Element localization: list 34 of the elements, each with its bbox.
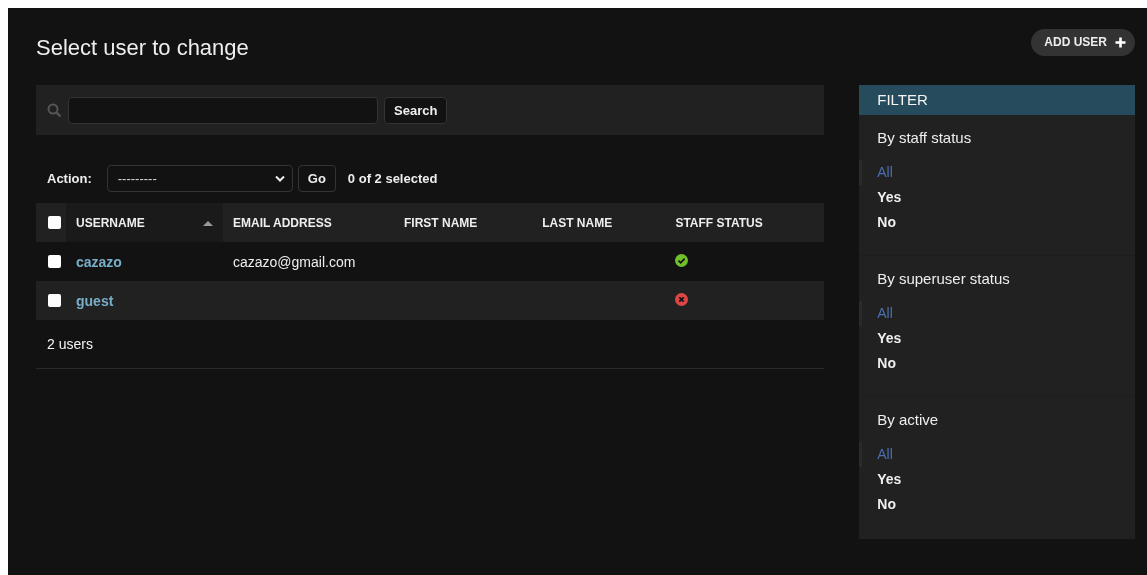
filter-group-title: By active — [876, 411, 940, 428]
search-button[interactable]: Search — [384, 96, 448, 124]
action-select[interactable]: --------- — [106, 164, 293, 192]
filter-header: FILTER — [859, 85, 1135, 115]
column-header[interactable]: STAFF STATUS — [665, 203, 825, 242]
chevron-down-icon — [274, 174, 285, 182]
page-title: Select user to change — [36, 35, 249, 61]
filter-option[interactable]: No — [859, 210, 1135, 235]
search-field[interactable] — [68, 96, 378, 124]
filter-option[interactable]: Yes — [859, 467, 1135, 492]
filter-group-title: By staff status — [876, 129, 973, 146]
checkbox[interactable] — [48, 255, 61, 268]
selection-counter: 0 of 2 selected — [347, 170, 438, 186]
column-header[interactable]: USERNAME — [66, 203, 223, 242]
column-header[interactable]: EMAIL ADDRESS — [223, 203, 394, 242]
filter-option[interactable]: Yes — [859, 185, 1135, 210]
result-count: 2 users — [47, 336, 93, 352]
search-icon — [47, 102, 62, 118]
action-label: Action: — [47, 170, 92, 186]
email-cell: cazazo@gmail.com — [233, 253, 356, 270]
filter-option[interactable]: No — [859, 492, 1135, 517]
sort-ascending-icon[interactable] — [203, 219, 213, 226]
filter-group-title: By superuser status — [876, 270, 1011, 287]
username-link[interactable]: guest — [76, 292, 114, 309]
checkbox[interactable] — [48, 294, 61, 307]
go-button[interactable]: Go — [297, 164, 336, 192]
filter-option[interactable]: No — [859, 351, 1135, 376]
filter-option[interactable]: Yes — [859, 326, 1135, 351]
username-link[interactable]: cazazo — [76, 253, 122, 270]
plus-icon — [1115, 36, 1126, 48]
column-header[interactable]: LAST NAME — [532, 203, 666, 242]
checkbox[interactable] — [48, 216, 61, 229]
column-header[interactable]: FIRST NAME — [394, 203, 533, 242]
add-user-button[interactable]: ADD USER — [1031, 29, 1135, 56]
